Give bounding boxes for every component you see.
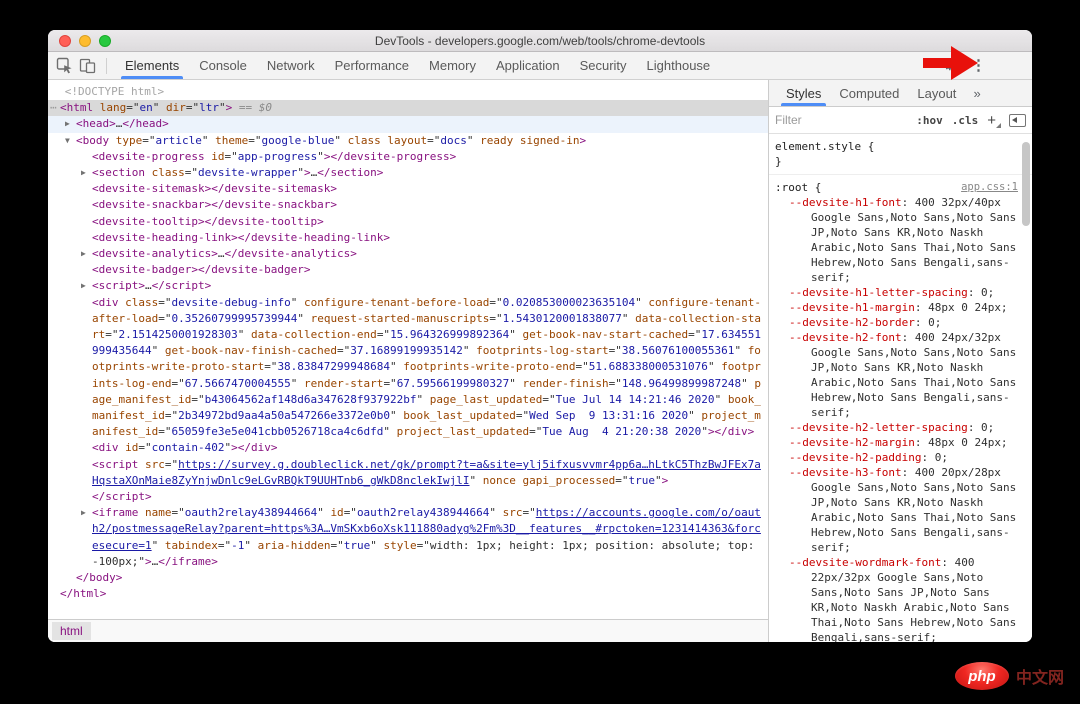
panel-tabs: Elements Console Network Performance Memory A…: [115, 52, 720, 79]
styles-sidebar: » StylesComputedLayout :hov .cls + eleme…: [768, 80, 1032, 642]
php-logo-icon: php: [954, 662, 1009, 690]
tab-console[interactable]: Console: [189, 52, 257, 79]
tab-security[interactable]: Security: [570, 52, 637, 79]
dom-node[interactable]: <div class="devsite-debug-info" configur…: [48, 295, 768, 441]
expand-icon[interactable]: ▶: [65, 116, 70, 132]
minimize-window-button[interactable]: [79, 35, 91, 47]
dom-node[interactable]: <devsite-tooltip></devsite-tooltip>: [48, 214, 768, 230]
expand-icon[interactable]: ▶: [81, 505, 86, 521]
dom-node[interactable]: <devsite-badger></devsite-badger>: [48, 262, 768, 278]
pseudo-state-toggle[interactable]: :hov: [916, 114, 943, 127]
sidebar-tab-layout[interactable]: Layout: [908, 80, 965, 106]
traffic-lights: [59, 35, 111, 47]
site-watermark: php 中文网: [954, 662, 1064, 690]
tab-network[interactable]: Network: [257, 52, 325, 79]
close-window-button[interactable]: [59, 35, 71, 47]
dom-node[interactable]: <script src="https://survey.g.doubleclic…: [48, 457, 768, 489]
css-declaration[interactable]: --devsite-h2-border: 0;: [775, 315, 1018, 330]
styles-filter-row: :hov .cls +: [769, 107, 1032, 134]
css-rule[interactable]: element.style {}: [769, 134, 1032, 175]
toolbar-divider: [106, 57, 107, 74]
rule-selector: :root {: [775, 181, 822, 194]
css-declaration[interactable]: --devsite-h2-font: 400 24px/32px Google …: [775, 330, 1018, 420]
styles-filter-input[interactable]: [775, 113, 908, 127]
expand-icon[interactable]: ▶: [81, 165, 86, 181]
tab-performance[interactable]: Performance: [325, 52, 419, 79]
css-declaration[interactable]: --devsite-h1-font: 400 32px/40px Google …: [775, 195, 1018, 285]
elements-panel: <!DOCTYPE html> ⋯ <html lang="en" dir="ltr…: [48, 80, 768, 642]
devtools-window: DevTools - developers.google.com/web/too…: [48, 30, 1032, 642]
device-toolbar-icon[interactable]: [79, 57, 96, 74]
rule-source-link[interactable]: app.css:1: [961, 180, 1018, 195]
devtools-toolbar: Elements Console Network Performance Memory A…: [48, 46, 1032, 80]
dom-tree: <!DOCTYPE html> ⋯ <html lang="en" dir="ltr…: [48, 80, 768, 619]
dom-node[interactable]: ⋯ <html lang="en" dir="ltr"> == $0: [48, 100, 768, 117]
css-declaration[interactable]: --devsite-h2-margin: 48px 0 24px;: [775, 435, 1018, 450]
dom-node[interactable]: <devsite-sitemask></devsite-sitemask>: [48, 181, 768, 197]
css-declaration[interactable]: --devsite-h1-margin: 48px 0 24px;: [775, 300, 1018, 315]
css-rule[interactable]: :root { app.css:1 --devsite-h1-font: 400 3…: [769, 175, 1032, 642]
collapse-icon[interactable]: ▼: [65, 133, 70, 149]
toggle-sidebar-pane-icon[interactable]: [1009, 113, 1026, 127]
css-declaration[interactable]: --devsite-h3-font: 400 20px/28px Google …: [775, 465, 1018, 555]
class-toggle[interactable]: .cls: [952, 114, 979, 127]
sidebar-tab-styles[interactable]: Styles: [777, 80, 830, 106]
new-style-rule-button[interactable]: +: [987, 112, 1001, 129]
dom-node[interactable]: ▶ <head>…</head>: [48, 116, 768, 133]
devtools-main: <!DOCTYPE html> ⋯ <html lang="en" dir="ltr…: [48, 80, 1032, 642]
dom-node[interactable]: <devsite-heading-link></devsite-heading-…: [48, 230, 768, 246]
dom-node[interactable]: </html>: [48, 586, 768, 602]
expand-icon[interactable]: ▶: [81, 246, 86, 262]
dom-node[interactable]: <devsite-progress id="app-progress"></de…: [48, 149, 768, 165]
annotation-arrow: [923, 46, 978, 80]
overflow-dots-icon: ⋯: [50, 101, 57, 115]
dom-node[interactable]: </body>: [48, 570, 768, 586]
tab-elements[interactable]: Elements: [115, 52, 189, 79]
dom-node[interactable]: <div id="contain-402"></div>: [48, 440, 768, 456]
window-title: DevTools - developers.google.com/web/too…: [374, 33, 706, 48]
breadcrumb-item[interactable]: html: [52, 622, 91, 640]
more-tabs-icon[interactable]: »: [965, 80, 988, 106]
titlebar: DevTools - developers.google.com/web/too…: [48, 30, 1032, 52]
dom-node[interactable]: ▶ <script>…</script>: [48, 278, 768, 294]
expand-icon[interactable]: ▶: [81, 278, 86, 294]
watermark-text: 中文网: [1015, 670, 1064, 687]
dom-node[interactable]: ▶ <devsite-analytics>…</devsite-analytics…: [48, 246, 768, 262]
rule-selector: element.style {: [775, 140, 875, 153]
tab-application[interactable]: Application: [486, 52, 570, 79]
tab-memory[interactable]: Memory: [419, 52, 486, 79]
inspect-element-icon[interactable]: [56, 57, 73, 74]
css-rules-list: element.style {}:root {app.css:1 --devsit…: [769, 134, 1032, 642]
css-declaration[interactable]: --devsite-h2-letter-spacing: 0;: [775, 420, 1018, 435]
breadcrumb: html: [48, 619, 768, 642]
dom-node[interactable]: ▶ <section class="devsite-wrapper">…</sec…: [48, 165, 768, 181]
css-declaration[interactable]: --devsite-h2-padding: 0;: [775, 450, 1018, 465]
zoom-window-button[interactable]: [99, 35, 111, 47]
sidebar-tabs: » Styles Computed Layout: [769, 80, 1032, 107]
dom-node[interactable]: ▶ <iframe name="oauth2relay438944664" id=…: [48, 505, 768, 570]
css-declaration[interactable]: --devsite-wordmark-font: 400 22px/32px G…: [775, 555, 1018, 642]
screenshot-stage: DevTools - developers.google.com/web/too…: [0, 0, 1080, 704]
dom-node[interactable]: </script>: [48, 489, 768, 505]
styles-scrollbar[interactable]: [1022, 142, 1030, 226]
tab-lighthouse[interactable]: Lighthouse: [637, 52, 721, 79]
dom-node[interactable]: <!DOCTYPE html>: [48, 84, 768, 100]
css-declaration[interactable]: --devsite-h1-letter-spacing: 0;: [775, 285, 1018, 300]
sidebar-tab-computed[interactable]: Computed: [830, 80, 908, 106]
dom-node[interactable]: <devsite-snackbar></devsite-snackbar>: [48, 197, 768, 213]
dom-node[interactable]: ▼ <body type="article" theme="google-blue…: [48, 133, 768, 149]
